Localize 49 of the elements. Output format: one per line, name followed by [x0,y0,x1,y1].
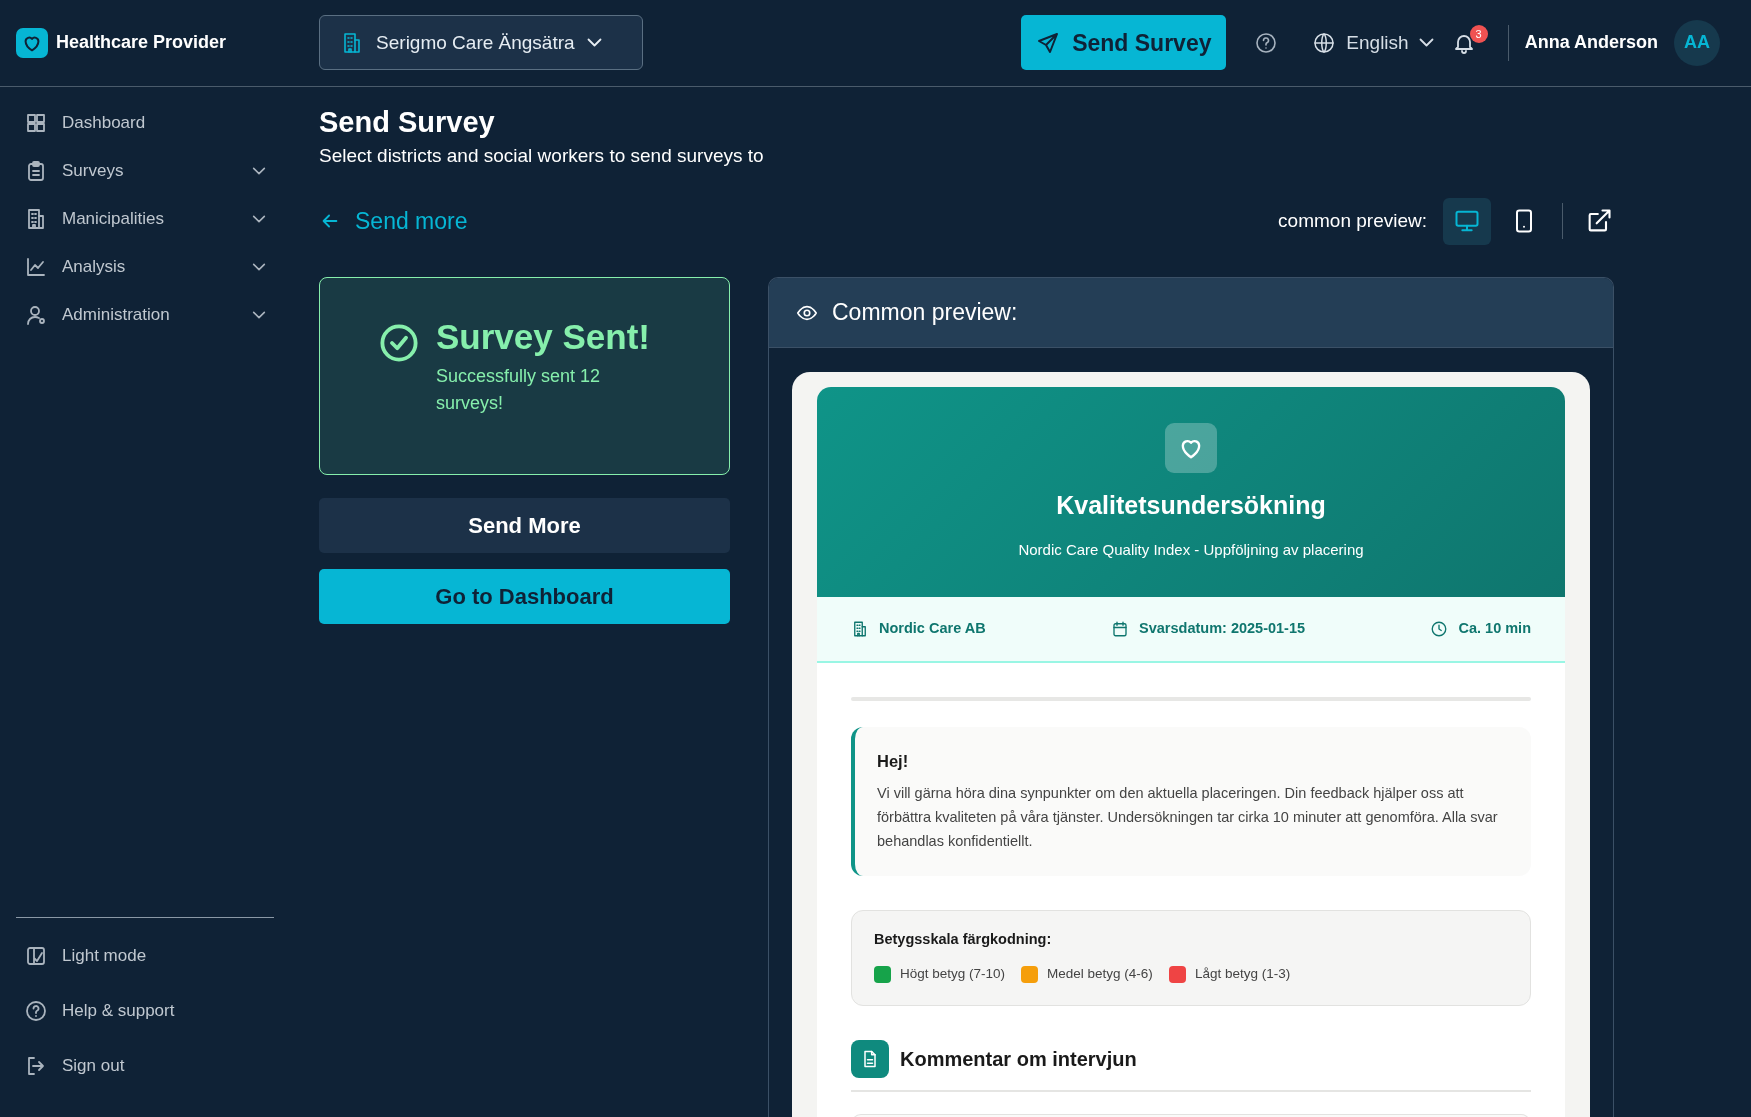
send-more-button[interactable]: Send More [319,498,730,554]
help-button[interactable] [1254,30,1279,55]
sidebar-item[interactable]: Surveys [16,146,274,195]
send-survey-button[interactable]: Send Survey [1021,15,1227,71]
document-icon [851,1039,889,1078]
user-avatar[interactable]: AA [1674,19,1720,66]
preview-mode-label: common preview: [1278,208,1427,233]
dashboard-button[interactable]: Go to Dashboard [319,569,730,625]
building-icon [851,620,869,639]
paper-plane-icon [1036,30,1061,55]
preview-title: Common preview: [832,298,1018,328]
survey-title: Kvalitetsundersökning [1056,490,1326,522]
caret-icon [1418,38,1434,48]
notification-count: 3 [1469,24,1488,43]
success-title: Survey Sent! [436,318,650,357]
globe-icon [1312,30,1337,55]
help-icon [24,998,48,1023]
intro-text: Vi vill gärna höra dina synpunkter om den aktuella placeringen. Din feedback hjälper oss att förbättra kvaliteten på våra tjänster. Undersökningen tar cirka 10 minuter att genomföra. Alla svar behandlas konfidentiellt. [877,783,1499,851]
clock-icon [1430,620,1449,639]
page-subtitle: Select districts and social workers to send surveys to [319,143,765,168]
page-title: Send Survey [319,104,496,140]
legend-label: Medel betyg (4-6) [1047,965,1153,984]
success-message: Successfully sent 12 surveys! [436,364,602,415]
legend-label: Högt betyg (7-10) [900,965,1006,984]
legend-title: Betygsskala färgkodning: [874,929,1053,949]
user-name: Anna Anderson [1524,31,1658,55]
calendar-icon [1111,620,1130,639]
facility-select[interactable]: Serigmo Care Ängsätra [319,15,644,71]
brand-name: Healthcare Provider [56,31,227,55]
logo-icon [16,27,48,58]
desktop-view-button[interactable] [1443,197,1491,245]
back-link[interactable]: Send more [319,203,468,239]
section-title: Kommentar om intervjun [900,1046,1137,1072]
survey-subtitle: Nordic Care Quality Index - Uppföljning av placering [1018,539,1364,560]
sidebar-item[interactable]: Manicipalities [16,194,274,243]
info-text: Nordic Care AB [879,619,986,639]
info-text: Ca. 10 min [1458,619,1531,639]
check-circle-icon [378,322,420,365]
sidebar-item[interactable]: Light mode [16,928,274,983]
intro-heading: Hej! [877,751,910,773]
info-text: Svarsdatum: 2025-01-15 [1139,619,1306,639]
sidebar-item[interactable]: Dashboard [16,98,274,147]
language-select[interactable]: English [1312,28,1434,58]
caret-icon [586,38,602,48]
sidebar-item[interactable]: Help & support [16,983,274,1038]
sidebar-item[interactable]: Administration [16,290,274,339]
legend-label: Lågt betyg (1-3) [1194,965,1291,984]
sidebar-item[interactable]: Sign out [16,1038,274,1093]
sidebar-item[interactable]: Analysis [16,242,274,291]
